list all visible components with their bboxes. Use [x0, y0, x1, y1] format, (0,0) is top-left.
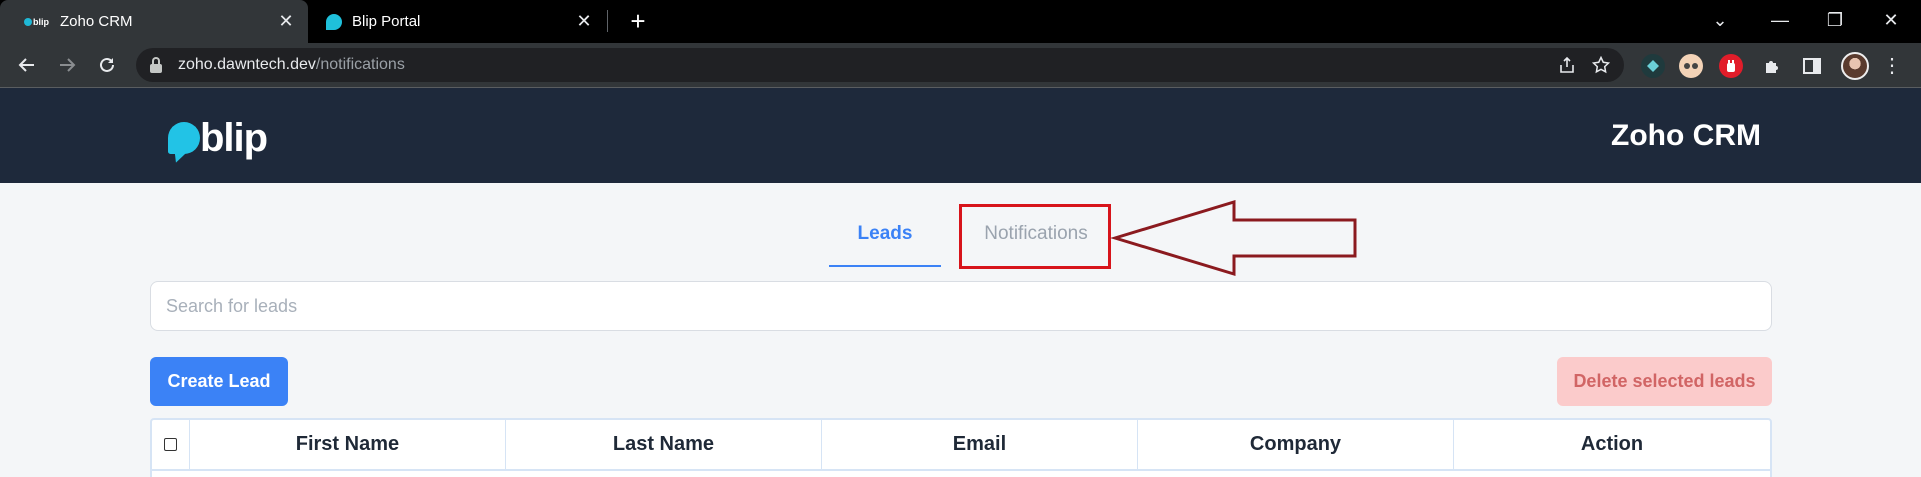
column-header-email[interactable]: Email: [822, 420, 1138, 469]
bookmark-star-icon[interactable]: [1590, 54, 1612, 76]
delete-selected-leads-button[interactable]: Delete selected leads: [1557, 357, 1772, 406]
blip-logo[interactable]: blip: [168, 116, 268, 160]
annotation-arrow: [1110, 200, 1357, 277]
blip-bubble-icon: [168, 122, 200, 154]
annotation-highlight-box: [959, 204, 1111, 269]
profile-avatar[interactable]: [1841, 52, 1869, 80]
new-tab-button[interactable]: +: [624, 7, 652, 35]
tab-leads[interactable]: Leads: [829, 219, 941, 267]
column-header-action: Action: [1580, 433, 1644, 455]
close-tab-icon[interactable]: ✕: [574, 11, 594, 31]
restore-icon[interactable]: ❐: [1821, 6, 1849, 34]
tab-search-icon[interactable]: ⌄: [1706, 6, 1734, 34]
extension-2-icon[interactable]: [1679, 54, 1703, 78]
close-tab-icon[interactable]: ✕: [276, 11, 296, 31]
tab-title: Blip Portal: [352, 13, 421, 30]
browser-menu-icon[interactable]: ⋮: [1882, 52, 1902, 80]
blip-logo-icon: blip: [24, 15, 50, 29]
lock-icon: [150, 57, 162, 73]
select-all-checkbox[interactable]: [163, 438, 177, 451]
blip-bubble-icon: [326, 13, 342, 30]
table-header: First Name Last Name Email Company Actio…: [152, 420, 1770, 471]
select-all-cell: [152, 420, 190, 469]
app-header: blip Zoho CRM: [0, 88, 1921, 183]
reload-icon[interactable]: [92, 50, 122, 80]
browser-tab-blip-portal[interactable]: Blip Portal ✕: [310, 0, 606, 43]
browser-tab-zoho-crm[interactable]: blip Zoho CRM ✕: [0, 0, 308, 43]
create-lead-button[interactable]: Create Lead: [150, 357, 288, 406]
column-header-company[interactable]: Company: [1138, 420, 1454, 469]
share-icon[interactable]: [1556, 54, 1578, 76]
logo-text: blip: [200, 116, 268, 160]
url-text: zoho.dawntech.dev/notifications: [178, 56, 405, 73]
extension-1-icon[interactable]: [1641, 54, 1665, 78]
column-header-first-name[interactable]: First Name: [190, 420, 506, 469]
side-panel-icon[interactable]: [1800, 54, 1824, 78]
column-header-last-name[interactable]: Last Name: [506, 420, 822, 469]
tab-divider: [607, 10, 608, 32]
minimize-icon[interactable]: —: [1766, 6, 1794, 34]
search-input[interactable]: [150, 281, 1772, 331]
tab-title: Zoho CRM: [60, 13, 133, 30]
browser-tab-strip: blip Zoho CRM ✕ Blip Portal ✕ + ⌄ — ❐ ✕: [0, 0, 1921, 43]
address-bar[interactable]: zoho.dawntech.dev/notifications: [136, 48, 1624, 82]
close-window-icon[interactable]: ✕: [1877, 6, 1905, 34]
extensions-puzzle-icon[interactable]: [1760, 54, 1784, 78]
extension-3-icon[interactable]: [1719, 54, 1743, 78]
app-title: Zoho CRM: [1611, 119, 1761, 152]
forward-icon[interactable]: [52, 50, 82, 80]
leads-table: First Name Last Name Email Company Actio…: [150, 418, 1772, 477]
browser-toolbar: zoho.dawntech.dev/notifications ⋮: [0, 43, 1921, 88]
back-icon[interactable]: [12, 50, 42, 80]
